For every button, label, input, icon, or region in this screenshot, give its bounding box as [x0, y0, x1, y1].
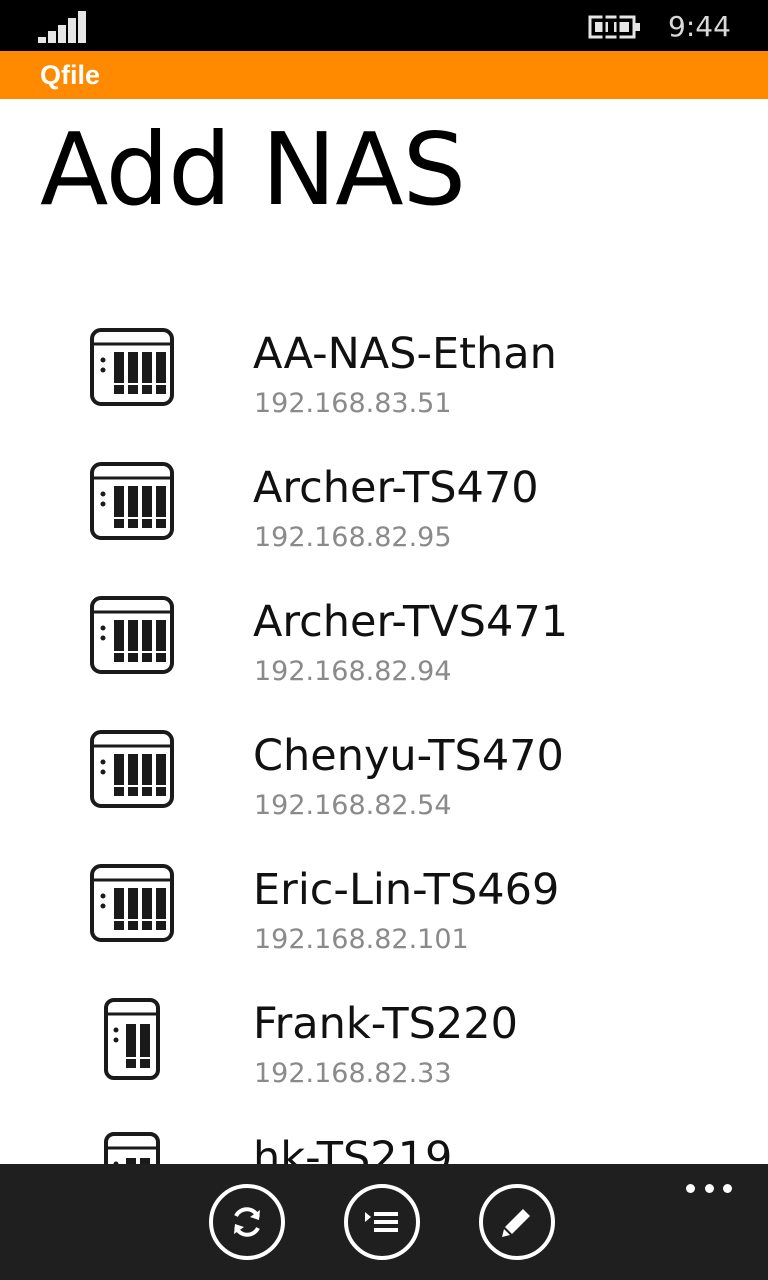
- edit-pencil-icon: [502, 1209, 530, 1237]
- nas-ip-address: 192.168.82.101: [254, 924, 469, 955]
- nas-name: AA-NAS-Ethan: [253, 329, 557, 379]
- nas-name: Archer-TVS471: [253, 597, 569, 647]
- nas-ip-address: 192.168.82.95: [254, 522, 452, 553]
- nas-list: AA-NAS-Ethan 192.168.83.51 Archer-TS470 …: [0, 300, 768, 1165]
- nas-4-bay-icon: [90, 730, 174, 808]
- nas-list-item[interactable]: Archer-TS470 192.168.82.95: [0, 434, 768, 568]
- select-list-icon: [365, 1212, 398, 1232]
- nas-name: Eric-Lin-TS469: [253, 865, 560, 915]
- nas-ip-address: 192.168.82.94: [254, 656, 452, 687]
- nas-list-item[interactable]: Eric-Lin-TS469 192.168.82.101: [0, 836, 768, 970]
- refresh-button[interactable]: [209, 1184, 285, 1260]
- app-bar-bottom: [0, 1164, 768, 1280]
- more-ellipsis-icon: [686, 1183, 695, 1193]
- nas-ip-address: 192.168.82.33: [254, 1058, 452, 1089]
- nas-4-bay-icon: [90, 596, 174, 674]
- nas-2-bay-icon: [104, 998, 160, 1080]
- nas-name: Archer-TS470: [253, 463, 539, 513]
- nas-name: Chenyu-TS470: [253, 731, 564, 781]
- nas-ip-address: 192.168.82.54: [254, 790, 452, 821]
- nas-name: Frank-TS220: [253, 999, 518, 1049]
- page-title: Add NAS: [40, 111, 466, 228]
- nas-list-item[interactable]: Frank-TS220 192.168.82.33: [0, 970, 768, 1104]
- nas-list-item[interactable]: Archer-TVS471 192.168.82.94: [0, 568, 768, 702]
- app-header: Qfile: [0, 51, 768, 99]
- more-options-button[interactable]: [686, 1178, 732, 1198]
- nas-4-bay-icon: [90, 328, 174, 406]
- app-name: Qfile: [40, 60, 101, 90]
- nas-ip-address: 192.168.83.51: [254, 388, 452, 419]
- nas-name: hk-TS219: [253, 1133, 453, 1165]
- status-time: 9:44: [668, 10, 731, 43]
- nas-list-item[interactable]: hk-TS219: [0, 1104, 768, 1165]
- edit-button[interactable]: [479, 1184, 555, 1260]
- nas-list-item[interactable]: AA-NAS-Ethan 192.168.83.51: [0, 300, 768, 434]
- nas-list-item[interactable]: Chenyu-TS470 192.168.82.54: [0, 702, 768, 836]
- status-bar: 9:44: [0, 0, 768, 51]
- refresh-icon: [234, 1207, 260, 1237]
- nas-2-bay-icon: [104, 1132, 160, 1165]
- nas-4-bay-icon: [90, 462, 174, 540]
- nas-4-bay-icon: [90, 864, 174, 942]
- signal-strength-icon: [38, 11, 86, 43]
- battery-charging-icon: [588, 14, 640, 40]
- select-button[interactable]: [344, 1184, 420, 1260]
